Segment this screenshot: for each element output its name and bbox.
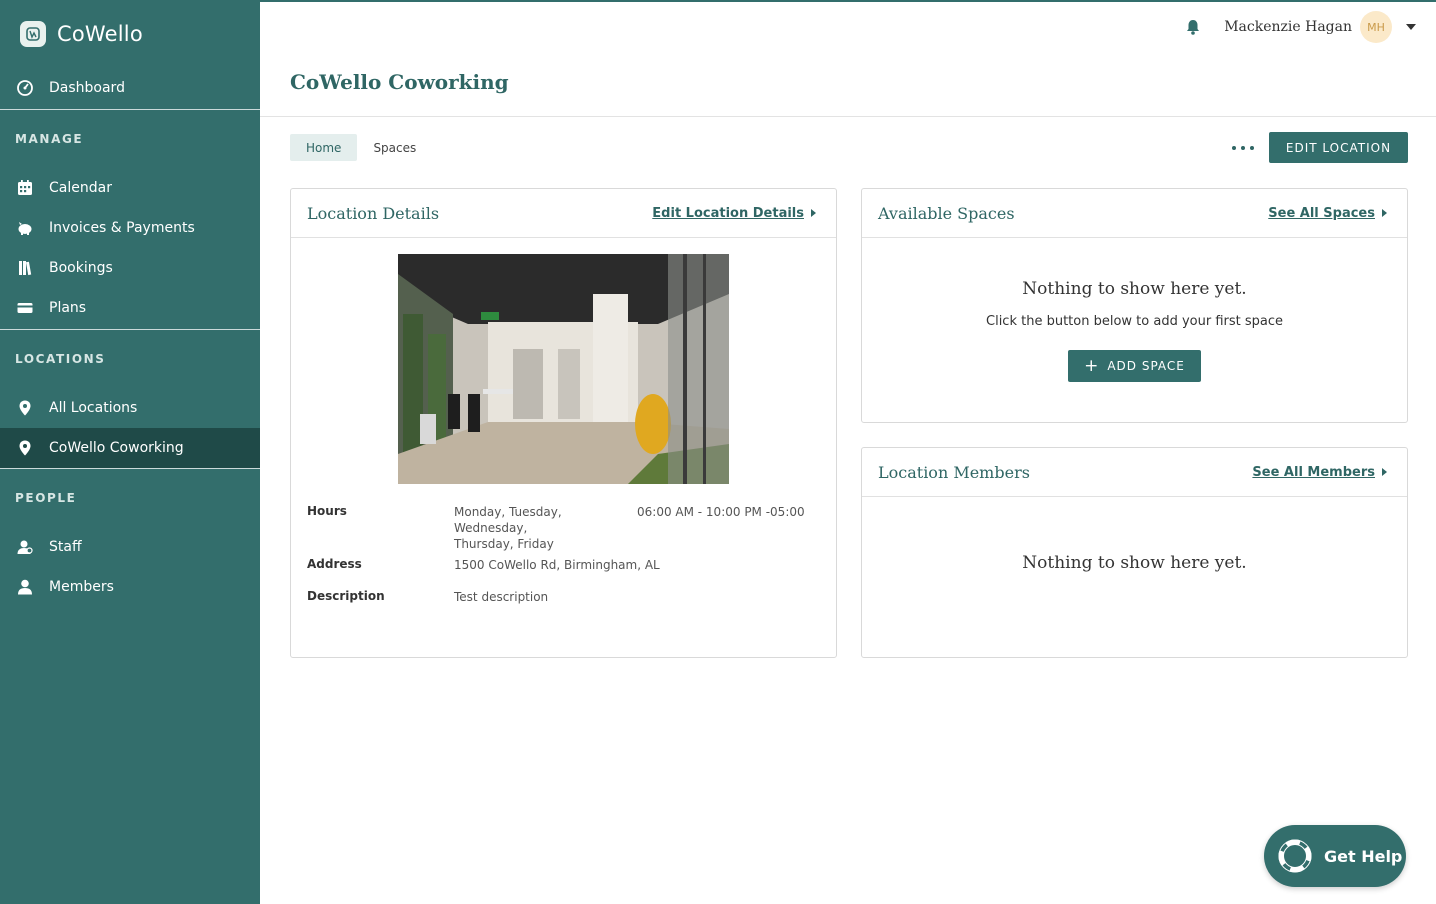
plus-icon: + <box>1084 355 1100 376</box>
tab-home[interactable]: Home <box>290 134 358 161</box>
section-heading-locations: LOCATIONS <box>15 352 106 366</box>
hours-days: Monday, Tuesday, Wednesday, Thursday, Fr… <box>454 505 562 551</box>
sidebar-item-all-locations[interactable]: All Locations <box>0 388 260 428</box>
brand[interactable]: CoWello <box>0 0 260 68</box>
link-label: See All Members <box>1252 464 1375 480</box>
sidebar-item-plans[interactable]: Plans <box>0 288 260 328</box>
hours-time: 06:00 AM - 10:00 PM -05:00 <box>637 505 805 519</box>
sidebar-item-label: All Locations <box>49 400 138 416</box>
dashboard-gauge-icon <box>17 80 33 96</box>
sidebar-item-calendar[interactable]: Calendar <box>0 168 260 208</box>
button-label: ADD SPACE <box>1107 359 1185 373</box>
sidebar-item-invoices-payments[interactable]: Invoices & Payments <box>0 208 260 248</box>
location-tabs: Home Spaces <box>290 134 432 161</box>
description-label: Description <box>307 589 385 603</box>
user-menu-chevron-down-icon[interactable] <box>1406 24 1416 30</box>
location-members-card: Location Members See All Members Nothing… <box>861 447 1408 658</box>
sidebar-item-label: Dashboard <box>49 80 125 96</box>
user-name[interactable]: Mackenzie Hagan <box>1224 19 1352 35</box>
brand-name: CoWello <box>57 22 143 46</box>
get-help-button[interactable]: Get Help <box>1264 825 1406 887</box>
see-all-members-link[interactable]: See All Members <box>1252 465 1387 480</box>
page-title: CoWello Coworking <box>290 70 509 94</box>
sidebar: CoWello Dashboard MANAGE Calendar Invoic… <box>0 0 260 904</box>
caret-right-icon <box>1382 468 1387 476</box>
notification-bell-icon[interactable] <box>1184 18 1202 36</box>
user-icon <box>18 579 32 595</box>
empty-state-title: Nothing to show here yet. <box>1022 553 1247 573</box>
card-header: Available Spaces See All Spaces <box>862 189 1407 238</box>
sidebar-item-label: Calendar <box>49 180 112 196</box>
section-heading-manage: MANAGE <box>15 132 84 146</box>
sidebar-item-label: Members <box>49 579 114 595</box>
sidebar-item-members[interactable]: Members <box>0 567 260 607</box>
header-divider <box>260 116 1436 117</box>
map-pin-icon <box>19 400 31 416</box>
card-title: Available Spaces <box>878 203 1015 223</box>
sidebar-item-label: CoWello Coworking <box>49 440 184 456</box>
section-heading-people: PEOPLE <box>15 491 77 505</box>
staff-icon <box>17 540 33 554</box>
add-space-button[interactable]: + ADD SPACE <box>1068 350 1201 382</box>
caret-right-icon <box>1382 209 1387 217</box>
map-pin-icon <box>19 440 31 456</box>
sidebar-item-label: Invoices & Payments <box>49 220 195 236</box>
sidebar-item-label: Staff <box>49 539 82 555</box>
card-title: Location Members <box>878 462 1030 482</box>
location-details-card: Location Details Edit Location Details H… <box>290 188 837 658</box>
piggy-bank-icon <box>18 222 32 235</box>
empty-state-title: Nothing to show here yet. <box>1022 279 1247 299</box>
sidebar-item-label: Plans <box>49 300 87 316</box>
address-label: Address <box>307 557 362 571</box>
link-label: Edit Location Details <box>652 205 804 221</box>
card-header: Location Members See All Members <box>862 448 1407 497</box>
description-value: Test description <box>454 590 549 604</box>
edit-location-button[interactable]: EDIT LOCATION <box>1269 132 1408 163</box>
avatar[interactable]: MH <box>1360 11 1392 43</box>
sidebar-item-bookings[interactable]: Bookings <box>0 248 260 288</box>
calendar-icon <box>18 180 32 195</box>
tab-spaces[interactable]: Spaces <box>357 134 432 161</box>
address-value: 1500 CoWello Rd, Birmingham, AL <box>454 558 660 572</box>
more-options-icon[interactable] <box>1232 140 1254 156</box>
lifebuoy-icon <box>1278 839 1312 873</box>
card-header: Location Details Edit Location Details <box>291 189 836 238</box>
link-label: See All Spaces <box>1268 205 1375 221</box>
location-photo <box>398 254 729 484</box>
cowello-logo-icon <box>20 21 46 47</box>
sidebar-item-cowello-coworking[interactable]: CoWello Coworking <box>0 428 260 468</box>
sidebar-item-label: Bookings <box>49 260 113 276</box>
available-spaces-card: Available Spaces See All Spaces Nothing … <box>861 188 1408 423</box>
get-help-label: Get Help <box>1324 846 1403 866</box>
book-icon <box>19 261 32 276</box>
see-all-spaces-link[interactable]: See All Spaces <box>1268 206 1387 221</box>
hours-label: Hours <box>307 504 347 518</box>
caret-right-icon <box>811 209 816 217</box>
sidebar-item-staff[interactable]: Staff <box>0 527 260 567</box>
topbar: Mackenzie Hagan MH <box>260 2 1436 52</box>
empty-state-subtitle: Click the button below to add your first… <box>986 314 1283 329</box>
card-title: Location Details <box>307 203 440 223</box>
edit-location-details-link[interactable]: Edit Location Details <box>652 206 816 221</box>
credit-card-icon <box>17 303 33 313</box>
sidebar-item-dashboard[interactable]: Dashboard <box>0 68 260 108</box>
